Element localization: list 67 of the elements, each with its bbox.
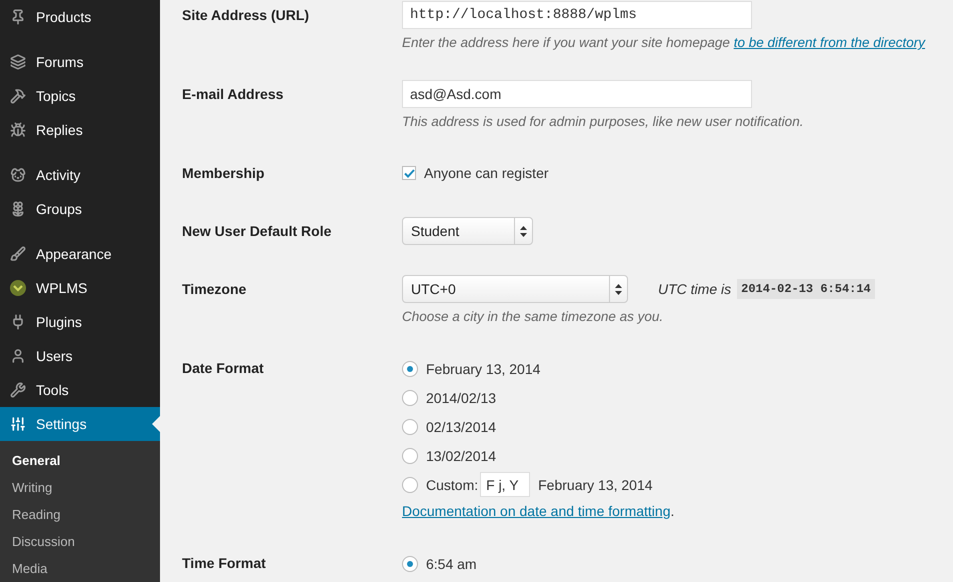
format-preview: February 13, 2014 bbox=[538, 476, 653, 492]
checkmark-icon bbox=[404, 168, 414, 178]
plug-icon bbox=[10, 314, 26, 330]
pin-icon bbox=[10, 9, 26, 25]
submenu-item[interactable]: Media bbox=[0, 555, 160, 582]
select-dropdown[interactable]: Student bbox=[402, 217, 533, 245]
radio-label: 2014/02/13 bbox=[426, 390, 496, 406]
custom-format-field[interactable]: F j, Y bbox=[480, 472, 530, 497]
sidebar-item[interactable]: Tools bbox=[0, 373, 160, 407]
wrench-icon bbox=[10, 382, 26, 398]
field-description: Choose a city in the same timezone as you. bbox=[402, 309, 664, 324]
sidebar-item[interactable]: Plugins bbox=[0, 305, 160, 339]
chevron-badge-icon bbox=[10, 280, 26, 296]
field-label: Membership bbox=[182, 164, 266, 183]
radio-button[interactable] bbox=[402, 448, 418, 464]
documentation-link[interactable]: Documentation on date and time formatting bbox=[402, 503, 670, 519]
sidebar-item[interactable]: Appearance bbox=[0, 237, 160, 271]
sidebar-item[interactable]: WPLMS bbox=[0, 271, 160, 305]
radio-button[interactable] bbox=[402, 360, 418, 376]
submenu-item[interactable]: Reading bbox=[0, 501, 160, 528]
field-label: Site Address (URL) bbox=[182, 6, 310, 25]
radio-button[interactable] bbox=[402, 390, 418, 406]
radio-label: 6:54 am bbox=[426, 556, 477, 572]
radio-button[interactable] bbox=[402, 418, 418, 434]
field-label: Timezone bbox=[182, 280, 248, 299]
utc-time-label: UTC time is bbox=[658, 281, 732, 297]
utc-time-value: 2014-02-13 6:54:14 bbox=[737, 279, 875, 299]
bug-icon bbox=[10, 122, 26, 138]
radio-label: 13/02/2014 bbox=[426, 448, 496, 464]
brush-icon bbox=[10, 246, 26, 262]
submenu-item[interactable]: Writing bbox=[0, 474, 160, 501]
sidebar-item[interactable]: Forums bbox=[0, 45, 160, 79]
checkbox-label: Anyone can register bbox=[424, 165, 549, 181]
sidebar-item[interactable]: Groups bbox=[0, 192, 160, 226]
sidebar-item[interactable]: Products bbox=[0, 0, 160, 34]
description-link[interactable]: to be different from the directory bbox=[734, 35, 926, 50]
sidebar-item[interactable]: Settings bbox=[0, 407, 160, 441]
text-field[interactable]: asd@Asd.com bbox=[402, 80, 752, 108]
field-description: Enter the address here if you want your site homepage to be different from the directory bbox=[402, 35, 926, 50]
flower-icon bbox=[10, 201, 26, 217]
sidebar-item[interactable]: Topics bbox=[0, 79, 160, 113]
radio-button[interactable] bbox=[402, 556, 418, 572]
sliders-icon bbox=[10, 416, 26, 432]
sidebar-item[interactable]: Replies bbox=[0, 113, 160, 147]
radio-button[interactable] bbox=[402, 476, 418, 492]
sidebar-item[interactable]: Activity bbox=[0, 158, 160, 192]
field-label: Time Format bbox=[182, 554, 267, 573]
sidebar-item[interactable]: Users bbox=[0, 339, 160, 373]
field-label: New User Default Role bbox=[182, 222, 332, 241]
user-icon bbox=[10, 348, 26, 364]
stack-icon bbox=[10, 54, 26, 70]
select-dropdown[interactable]: UTC+0 bbox=[402, 275, 628, 303]
text-field[interactable]: http://localhost:8888/wplms bbox=[402, 1, 752, 29]
hammer-icon bbox=[10, 88, 26, 104]
field-label: E-mail Address bbox=[182, 85, 284, 104]
radio-label: February 13, 2014 bbox=[426, 360, 540, 376]
up-down-arrows-icon bbox=[615, 284, 622, 294]
field-description: This address is used for admin purposes, like new user notification. bbox=[402, 114, 804, 129]
radio-label: 02/13/2014 bbox=[426, 418, 496, 434]
radio-label: Custom: bbox=[426, 476, 478, 492]
link-suffix: . bbox=[670, 503, 674, 519]
dog-icon bbox=[10, 167, 26, 183]
submenu-item[interactable]: Discussion bbox=[0, 528, 160, 555]
field-label: Date Format bbox=[182, 359, 265, 378]
submenu-item[interactable]: General bbox=[0, 447, 160, 474]
up-down-arrows-icon bbox=[520, 226, 527, 236]
checkbox[interactable] bbox=[402, 166, 416, 180]
